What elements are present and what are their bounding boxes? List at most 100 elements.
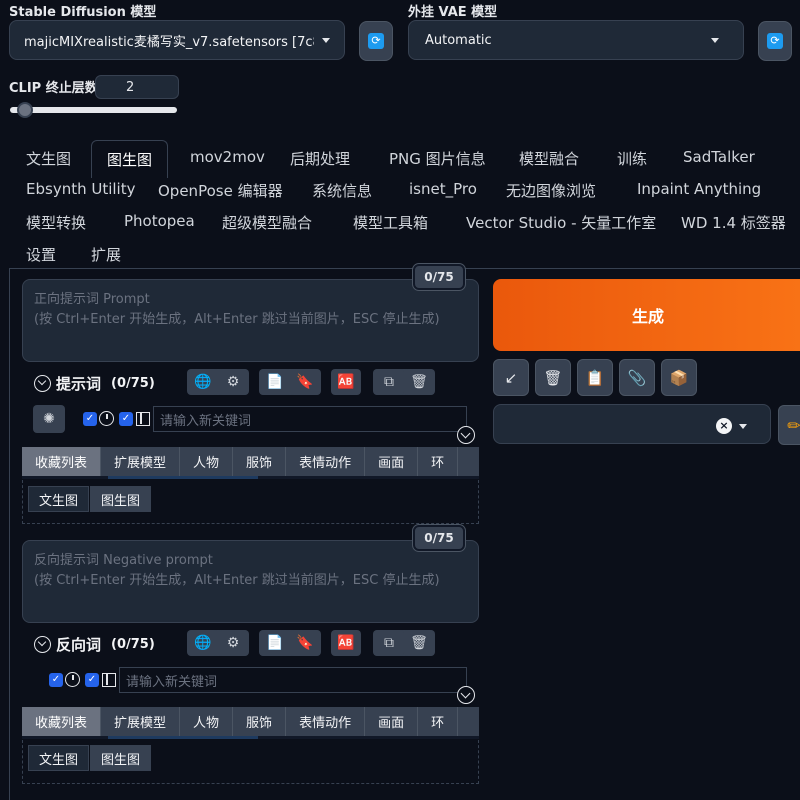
chevron-down-icon [739, 424, 747, 429]
category-tab-scene[interactable]: 画面 [365, 447, 419, 476]
tab-model-merge[interactable]: 模型融合 [519, 148, 579, 169]
pencil-icon[interactable]: ✏ [778, 405, 800, 445]
category-tab-extensions[interactable]: 扩展模型 [101, 447, 181, 476]
negative-token-counter: 0/75 [412, 524, 466, 552]
prompt-textarea[interactable]: 正向提示词 Prompt (按 Ctrl+Enter 开始生成，Alt+Ente… [22, 279, 479, 362]
translate-icon[interactable]: 🆎 [331, 630, 361, 656]
doc-add-icon[interactable]: 📄 [260, 369, 290, 395]
panel-icon[interactable] [136, 412, 150, 426]
clipboard-icon[interactable]: 📋 [577, 359, 613, 396]
negative-placeholder-line2: (按 Ctrl+Enter 开始生成，Alt+Enter 跳过当前图片，ESC … [34, 573, 440, 588]
clip-skip-slider-thumb[interactable] [17, 102, 34, 118]
clear-icon[interactable]: × [716, 418, 732, 434]
tab-wd-tagger[interactable]: WD 1.4 标签器 [681, 212, 786, 233]
gear-icon[interactable]: ⚙ [218, 369, 248, 395]
clock-icon[interactable] [99, 411, 114, 426]
category-tab-person[interactable]: 人物 [180, 707, 234, 736]
tab-settings[interactable]: 设置 [26, 244, 56, 265]
tab-extensions[interactable]: 扩展 [91, 244, 121, 265]
clip-skip-input[interactable]: 2 [95, 75, 179, 99]
category-tab-extensions[interactable]: 扩展模型 [101, 707, 181, 736]
generate-button[interactable]: 生成 [493, 279, 800, 351]
prompt-section-title: 提示词 [56, 375, 102, 393]
category-tab-clothing[interactable]: 服饰 [233, 707, 287, 736]
prompt-placeholder-line2: (按 Ctrl+Enter 开始生成，Alt+Enter 跳过当前图片，ESC … [34, 312, 440, 327]
negative-keyword-input[interactable]: 请输入新关键词 [119, 667, 467, 693]
checkbox-checked-icon[interactable]: ✓ [49, 673, 63, 687]
category-tab-env[interactable]: 环 [418, 447, 459, 476]
refresh-sd-model-button[interactable]: ⟳ [359, 21, 393, 61]
tab-image-browser[interactable]: 无边图像浏览 [506, 180, 596, 201]
vae-model-dropdown[interactable]: Automatic [408, 20, 744, 60]
negative-section-header[interactable]: 反向词 (0/75) [34, 634, 155, 655]
tab-sadtalker[interactable]: SadTalker [683, 148, 755, 166]
gear-icon[interactable]: ⚙ [218, 630, 248, 656]
chevron-down-icon [34, 636, 51, 653]
tab-isnet-pro[interactable]: isnet_Pro [409, 180, 477, 198]
tab-train[interactable]: 训练 [617, 148, 647, 169]
checkbox-checked-icon[interactable]: ✓ [83, 412, 97, 426]
tab-openpose[interactable]: OpenPose 编辑器 [158, 180, 283, 201]
negative-section-title: 反向词 [56, 636, 102, 654]
tab-model-toolkit[interactable]: 模型工具箱 [353, 212, 428, 233]
panel-icon[interactable] [102, 673, 116, 687]
category-tab-expression[interactable]: 表情动作 [286, 447, 366, 476]
tab-ebsynth[interactable]: Ebsynth Utility [26, 180, 135, 198]
category-tab-favorites[interactable]: 收藏列表 [22, 447, 102, 476]
bookmark-icon[interactable]: 🔖 [290, 369, 320, 395]
openai-icon[interactable]: ✺ [33, 405, 65, 433]
prompt-section-header[interactable]: 提示词 (0/75) [34, 373, 155, 394]
subtab-img2img[interactable]: 图生图 [90, 486, 152, 512]
category-tab-expression[interactable]: 表情动作 [286, 707, 366, 736]
trash-icon[interactable]: 🗑 [404, 630, 434, 656]
prompt-keyword-input[interactable]: 请输入新关键词 [153, 406, 467, 432]
refresh-icon: ⟳ [368, 33, 384, 49]
negative-category-tabs: 收藏列表 扩展模型 人物 服饰 表情动作 画面 环 [22, 707, 479, 739]
tab-model-convert[interactable]: 模型转换 [26, 212, 86, 233]
tab-img2img[interactable]: 图生图 [91, 140, 169, 178]
category-tab-person[interactable]: 人物 [180, 447, 234, 476]
clip-skip-label: CLIP 终止层数 [9, 81, 98, 96]
expand-chevron-icon[interactable] [457, 686, 475, 704]
negative-prompt-textarea[interactable]: 反向提示词 Negative prompt (按 Ctrl+Enter 开始生成… [22, 540, 479, 623]
tab-mov2mov[interactable]: mov2mov [190, 148, 265, 166]
package-icon[interactable]: 📦 [661, 359, 697, 396]
tab-system-info[interactable]: 系统信息 [312, 180, 372, 201]
globe-icon[interactable]: 🌐 [188, 630, 218, 656]
copy-icon[interactable]: ⧉ [374, 630, 404, 656]
tab-txt2img[interactable]: 文生图 [26, 148, 71, 169]
arrow-icon[interactable]: ↙ [493, 359, 529, 396]
chevron-down-icon [711, 37, 719, 43]
prompt-placeholder: 正向提示词 Prompt (按 Ctrl+Enter 开始生成，Alt+Ente… [34, 290, 440, 330]
tab-extras[interactable]: 后期处理 [290, 148, 350, 169]
tab-vector-studio[interactable]: Vector Studio - 矢量工作室 [466, 212, 656, 233]
expand-chevron-icon[interactable] [457, 426, 475, 444]
bookmark-icon[interactable]: 🔖 [290, 630, 320, 656]
sd-model-label: Stable Diffusion 模型 [9, 5, 157, 20]
tab-photopea[interactable]: Photopea [124, 212, 195, 230]
tab-png-info[interactable]: PNG 图片信息 [389, 148, 486, 169]
category-tab-env[interactable]: 环 [418, 707, 459, 736]
copy-icon[interactable]: ⧉ [374, 369, 404, 395]
tab-super-merge[interactable]: 超级模型融合 [222, 212, 312, 233]
subtab-txt2img[interactable]: 文生图 [28, 486, 90, 512]
tab-inpaint-anything[interactable]: Inpaint Anything [637, 180, 761, 198]
clip-skip-slider-track[interactable] [10, 107, 177, 113]
doc-add-icon[interactable]: 📄 [260, 630, 290, 656]
checkbox-checked-icon[interactable]: ✓ [85, 673, 99, 687]
globe-icon[interactable]: 🌐 [188, 369, 218, 395]
negative-placeholder-line1: 反向提示词 Negative prompt [34, 553, 213, 568]
trash-icon[interactable]: 🗑 [535, 359, 571, 396]
trash-icon[interactable]: 🗑 [404, 369, 434, 395]
translate-icon[interactable]: 🆎 [331, 369, 361, 395]
subtab-txt2img[interactable]: 文生图 [28, 745, 90, 771]
sd-model-dropdown[interactable]: majicMIXrealistic麦橘写实_v7.safetensors [7c… [9, 20, 345, 60]
category-tab-clothing[interactable]: 服饰 [233, 447, 287, 476]
subtab-img2img[interactable]: 图生图 [90, 745, 152, 771]
paperclip-icon[interactable]: 📎 [619, 359, 655, 396]
refresh-vae-button[interactable]: ⟳ [758, 21, 792, 61]
clock-icon[interactable] [65, 672, 80, 687]
category-tab-scene[interactable]: 画面 [365, 707, 419, 736]
checkbox-checked-icon[interactable]: ✓ [119, 412, 133, 426]
category-tab-favorites[interactable]: 收藏列表 [22, 707, 102, 736]
